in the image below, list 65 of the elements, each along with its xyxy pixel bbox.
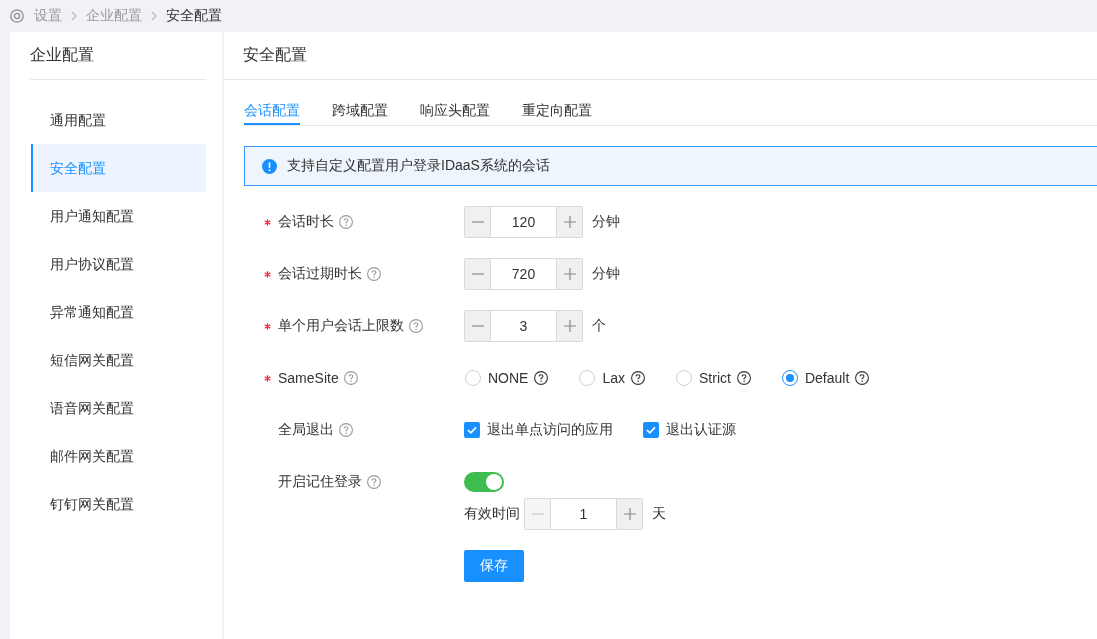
sidebar-item[interactable]: 用户协议配置	[31, 240, 206, 288]
unit-label: 分钟	[592, 213, 620, 231]
settings-icon	[10, 9, 24, 23]
toggle-switch[interactable]	[464, 472, 504, 492]
field-label: 会话过期时长	[278, 265, 362, 283]
minus-icon	[471, 273, 484, 275]
unit-label: 个	[592, 317, 606, 335]
chevron-right-icon	[71, 11, 77, 21]
sidebar-item[interactable]: 语音网关配置	[31, 384, 206, 432]
field-label: SameSite	[278, 370, 339, 386]
radio-label[interactable]: Default	[804, 370, 850, 386]
increment-button[interactable]	[556, 258, 583, 290]
checkbox-label[interactable]: 退出单点访问的应用	[487, 421, 613, 439]
checkbox[interactable]	[464, 422, 480, 438]
plus-icon	[563, 320, 576, 332]
radio-button[interactable]	[579, 370, 596, 386]
field-label: 会话时长	[278, 213, 334, 231]
plus-icon	[563, 268, 576, 280]
sidebar-item[interactable]: 邮件网关配置	[31, 432, 206, 480]
help-icon[interactable]	[855, 371, 870, 385]
field-label: 单个用户会话上限数	[278, 317, 404, 335]
decrement-button[interactable]	[464, 206, 491, 238]
plus-icon	[623, 508, 636, 520]
radio-label[interactable]: Lax	[602, 370, 626, 386]
radio-button[interactable]	[781, 370, 798, 386]
number-input[interactable]: 720	[491, 258, 556, 290]
panel-title: 安全配置	[243, 45, 307, 65]
field-label: 有效时间	[464, 505, 520, 523]
alert-text: 支持自定义配置用户登录IDaaS系统的会话	[287, 157, 550, 175]
unit-label: 天	[652, 505, 666, 523]
checkbox[interactable]	[643, 422, 659, 438]
unit-label: 分钟	[592, 265, 620, 283]
field-label: 全局退出	[278, 421, 334, 439]
minus-icon	[471, 325, 484, 327]
chevron-right-icon	[151, 11, 157, 21]
plus-icon	[563, 216, 576, 228]
radio-button[interactable]	[676, 370, 693, 386]
checkbox-label[interactable]: 退出认证源	[666, 421, 736, 439]
info-icon	[262, 158, 277, 174]
sidebar-title: 企业配置	[30, 45, 94, 65]
number-input[interactable]: 3	[491, 310, 556, 342]
tab[interactable]: 重定向配置	[522, 100, 592, 125]
minus-icon	[471, 221, 484, 223]
help-icon[interactable]	[534, 371, 549, 385]
help-icon[interactable]	[736, 371, 751, 385]
decrement-button[interactable]	[464, 258, 491, 290]
sidebar-item[interactable]: 异常通知配置	[31, 288, 206, 336]
increment-button[interactable]	[556, 310, 583, 342]
sidebar-item[interactable]: 钉钉网关配置	[31, 480, 206, 528]
number-input[interactable]: 1	[551, 498, 616, 530]
sidebar-item[interactable]: 短信网关配置	[31, 336, 206, 384]
decrement-button[interactable]	[464, 310, 491, 342]
radio-label[interactable]: NONE	[488, 370, 529, 386]
sidebar-item[interactable]: 通用配置	[31, 96, 206, 144]
field-label: 开启记住登录	[278, 473, 362, 491]
radio-label[interactable]: Strict	[699, 370, 731, 386]
tab[interactable]: 跨域配置	[332, 100, 388, 125]
sidebar-item[interactable]: 用户通知配置	[31, 192, 206, 240]
help-icon[interactable]	[631, 371, 646, 385]
increment-button[interactable]	[556, 206, 583, 238]
breadcrumb-item: 安全配置	[166, 7, 222, 25]
number-input[interactable]: 120	[491, 206, 556, 238]
increment-button[interactable]	[616, 498, 643, 530]
radio-button[interactable]	[465, 370, 481, 386]
tab[interactable]: 响应头配置	[420, 100, 490, 125]
